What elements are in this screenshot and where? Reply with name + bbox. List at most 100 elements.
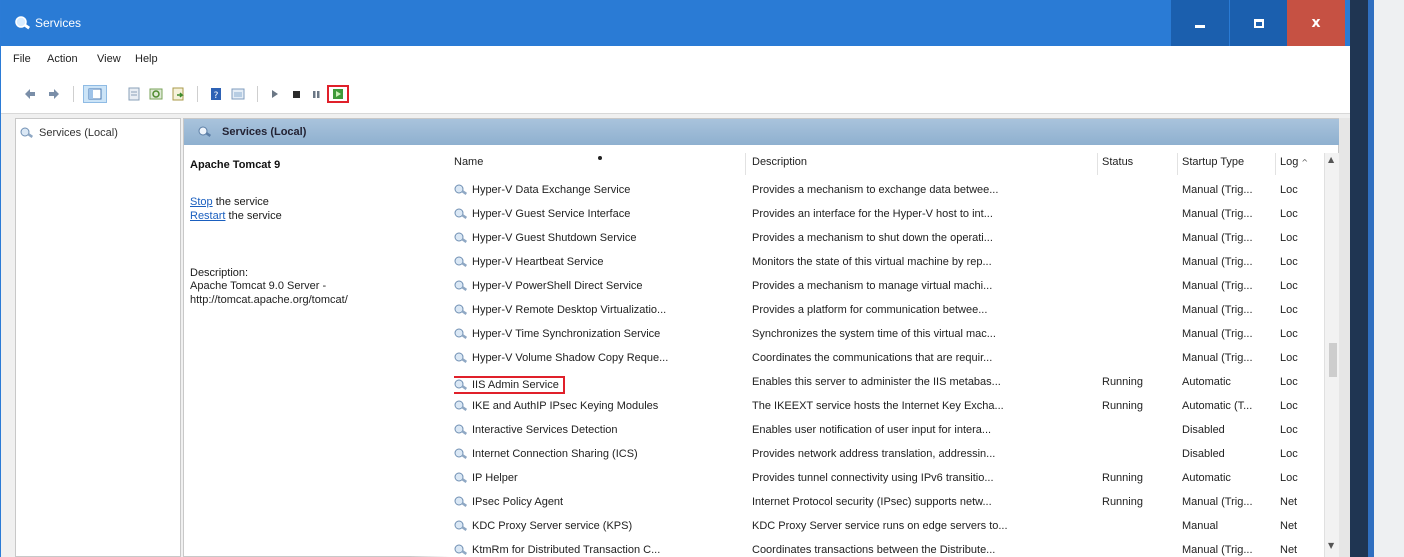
- column-name-label: Name: [454, 156, 484, 168]
- restart-service-link[interactable]: Restart: [190, 210, 225, 222]
- show-hide-console-tree-button[interactable]: [83, 85, 107, 103]
- service-startup-cell: Manual (Trig...: [1182, 328, 1253, 340]
- selected-service-name: Apache Tomcat 9: [190, 159, 281, 171]
- stop-action: Stop the service: [190, 195, 434, 209]
- menu-bar: File Action View Help: [1, 46, 1350, 74]
- forward-button[interactable]: [45, 85, 63, 103]
- service-row[interactable]: Hyper-V Guest Shutdown Service Provides a…: [450, 227, 1324, 251]
- service-name: Hyper-V Data Exchange Service: [472, 184, 631, 196]
- toolbar: ?: [1, 74, 1350, 114]
- pause-service-button[interactable]: [307, 85, 325, 103]
- service-row[interactable]: Hyper-V Heartbeat Service Monitors the st…: [450, 251, 1324, 275]
- service-icon: [454, 448, 468, 459]
- help-button[interactable]: ?: [207, 85, 225, 103]
- stop-service-button[interactable]: [287, 85, 305, 103]
- service-description-cell: Provides a mechanism to shut down the op…: [752, 232, 993, 244]
- svg-text:?: ?: [214, 91, 219, 101]
- menu-file[interactable]: File: [13, 53, 31, 65]
- stop-action-text: the service: [212, 196, 269, 208]
- forward-arrow-icon: [49, 89, 59, 99]
- service-name-cell: Hyper-V Remote Desktop Virtualizatio...: [454, 304, 746, 316]
- restart-service-icon: [333, 89, 343, 99]
- maximize-button[interactable]: [1229, 0, 1287, 46]
- service-row[interactable]: Hyper-V PowerShell Direct Service Provide…: [450, 275, 1324, 299]
- menu-help[interactable]: Help: [135, 53, 158, 65]
- service-row[interactable]: Hyper-V Guest Service Interface Provides …: [450, 203, 1324, 227]
- service-row[interactable]: Hyper-V Time Synchronization Service Sync…: [450, 323, 1324, 347]
- service-name-cell: Internet Connection Sharing (ICS): [454, 448, 746, 460]
- service-status-cell: Running: [1102, 472, 1143, 484]
- close-button[interactable]: x: [1287, 0, 1345, 46]
- export-list-icon: [172, 87, 184, 101]
- content-header: Services (Local): [184, 119, 1340, 145]
- services-icon: [198, 126, 212, 137]
- column-header-description[interactable]: Description: [748, 153, 1098, 175]
- desktop-strip-accent: [1368, 0, 1374, 557]
- scroll-thumb[interactable]: [1329, 343, 1337, 377]
- service-description-cell: Internet Protocol security (IPsec) suppo…: [752, 496, 992, 508]
- back-button[interactable]: [21, 85, 39, 103]
- toolbar-separator: [257, 86, 258, 102]
- minimize-button[interactable]: [1171, 0, 1229, 46]
- service-icon: [454, 280, 468, 291]
- menu-view[interactable]: View: [97, 53, 121, 65]
- title-bar[interactable]: Services x: [1, 0, 1350, 46]
- console-tree-pane: Services (Local): [15, 118, 181, 557]
- service-logon-cell: Loc: [1280, 256, 1298, 268]
- service-startup-cell: Manual (Trig...: [1182, 304, 1253, 316]
- service-row[interactable]: Hyper-V Data Exchange Service Provides a …: [450, 179, 1324, 203]
- service-name: KtmRm for Distributed Transaction C...: [472, 544, 661, 556]
- service-row[interactable]: Hyper-V Remote Desktop Virtualizatio... P…: [450, 299, 1324, 323]
- service-row[interactable]: IP Helper Provides tunnel connectivity us…: [450, 467, 1324, 491]
- scroll-down-icon[interactable]: ▼: [1328, 541, 1334, 550]
- column-header-logon[interactable]: Log ^: [1276, 153, 1324, 175]
- start-service-button[interactable]: [265, 85, 283, 103]
- service-icon: [454, 352, 468, 363]
- column-header-status[interactable]: Status: [1098, 153, 1178, 175]
- mmc-view-button[interactable]: [229, 85, 247, 103]
- service-startup-cell: Manual: [1182, 520, 1219, 532]
- export-list-button[interactable]: [169, 85, 187, 103]
- refresh-button[interactable]: [147, 85, 165, 103]
- service-row[interactable]: IIS Admin Service Enables this server to …: [450, 371, 1324, 395]
- maximize-icon: [1253, 18, 1264, 28]
- service-description-cell: Coordinates transactions between the Dis…: [752, 544, 996, 556]
- column-description-label: Description: [752, 156, 808, 168]
- service-icon: [454, 304, 468, 315]
- column-header-name[interactable]: Name: [450, 153, 746, 175]
- service-name: Hyper-V Remote Desktop Virtualizatio...: [472, 304, 667, 316]
- service-row[interactable]: IPsec Policy Agent Internet Protocol secu…: [450, 491, 1324, 515]
- service-row[interactable]: KDC Proxy Server service (KPS) KDC Proxy …: [450, 515, 1324, 539]
- close-icon: x: [1311, 15, 1321, 31]
- service-row[interactable]: KtmRm for Distributed Transaction C... Co…: [450, 539, 1324, 557]
- menu-action[interactable]: Action: [47, 53, 78, 65]
- service-logon-cell: Net: [1280, 544, 1298, 556]
- service-description-cell: Provides a platform for communication be…: [752, 304, 988, 316]
- service-name: Hyper-V PowerShell Direct Service: [472, 280, 643, 292]
- service-status-cell: Running: [1102, 376, 1143, 388]
- restart-service-button[interactable]: [327, 85, 349, 103]
- toolbar-separator: [197, 86, 198, 102]
- service-row[interactable]: Interactive Services Detection Enables us…: [450, 419, 1324, 443]
- service-row[interactable]: Hyper-V Volume Shadow Copy Reque... Coord…: [450, 347, 1324, 371]
- tree-item-services-local[interactable]: Services (Local): [20, 127, 118, 139]
- column-header-startup-type[interactable]: Startup Type: [1178, 153, 1276, 175]
- service-startup-cell: Disabled: [1182, 448, 1225, 460]
- service-name-cell: IIS Admin Service: [454, 376, 746, 394]
- service-name: Hyper-V Volume Shadow Copy Reque...: [472, 352, 669, 364]
- service-logon-cell: Loc: [1280, 448, 1298, 460]
- restart-action-text: the service: [225, 210, 282, 222]
- service-startup-cell: Automatic: [1182, 376, 1231, 388]
- service-row[interactable]: Internet Connection Sharing (ICS) Provide…: [450, 443, 1324, 467]
- scroll-up-icon[interactable]: ▲: [1328, 155, 1334, 164]
- service-name: Hyper-V Heartbeat Service: [472, 256, 604, 268]
- stop-service-link[interactable]: Stop: [190, 196, 213, 208]
- service-row[interactable]: IKE and AuthIP IPsec Keying Modules The I…: [450, 395, 1324, 419]
- vertical-scrollbar[interactable]: ▲ ▼: [1324, 153, 1340, 557]
- service-icon: [454, 184, 468, 195]
- highlighted-service-box: IIS Admin Service: [454, 376, 565, 394]
- window-right-edge: [1339, 118, 1350, 557]
- window-title: Services: [35, 16, 82, 30]
- properties-button[interactable]: [125, 85, 143, 103]
- list-fade: [410, 145, 450, 557]
